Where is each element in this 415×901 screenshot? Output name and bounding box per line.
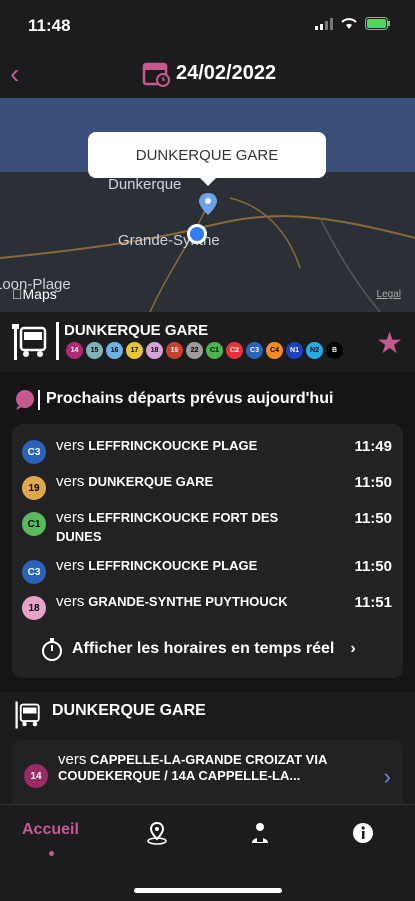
departure-time: 11:51 <box>354 594 392 611</box>
departure-time: 11:50 <box>354 474 392 491</box>
chevron-right-icon: › <box>383 764 391 789</box>
calendar-icon <box>142 62 170 87</box>
realtime-label: Afficher les horaires en temps réel <box>72 640 335 657</box>
map-popup-label: DUNKERQUE GARE <box>135 146 279 164</box>
departure-dest: LEFFRINCKOUCKE PLAGE <box>88 558 258 573</box>
user-location-icon <box>187 224 207 244</box>
departure-destination: vers LEFFRINCKOUCKE PLAGE <box>56 436 296 455</box>
line-badge: 19 <box>166 342 183 359</box>
departure-time: 11:50 <box>354 510 392 527</box>
wifi-icon <box>341 17 357 29</box>
stop2-line-row[interactable]: 14 vers CAPPELLE-LA-GRANDE CROIZAT VIA C… <box>12 740 403 804</box>
legal-link[interactable]: Legal <box>377 289 401 300</box>
line-badge: 15 <box>86 342 103 359</box>
stop2-vers: vers <box>58 751 87 768</box>
stop2-header: DUNKERQUE GARE <box>0 692 415 738</box>
departure-row[interactable]: 18 vers GRANDE-SYNTHE PUYTHOUCK 11:51 <box>22 590 392 624</box>
line-badge: C1 <box>22 512 46 536</box>
chevron-right-icon: › <box>350 640 356 657</box>
tab-bar: Accueil <box>0 804 415 901</box>
departure-time: 11:50 <box>354 558 392 575</box>
departure-vers: vers <box>56 509 85 526</box>
departure-row[interactable]: 19 vers DUNKERQUE GARE 11:50 <box>22 470 392 504</box>
location-pin-icon[interactable] <box>199 193 217 215</box>
line-badge: 14 <box>24 764 48 788</box>
departure-row[interactable]: C1 vers LEFFRINCKOUCKE FORT DES DUNES 11:5… <box>22 506 392 544</box>
line-badge: C1 <box>206 342 223 359</box>
back-button[interactable]: ‹ <box>10 58 19 90</box>
departures-section: Prochains départs prévus aujourd'hui Aff… <box>0 372 415 692</box>
date-label: 24/02/2022 <box>176 61 277 84</box>
departure-destination: vers LEFFRINCKOUCKE PLAGE <box>56 556 296 575</box>
maps-logo: Maps <box>12 286 57 302</box>
line-badge: C3 <box>22 560 46 584</box>
line-badge: C3 <box>22 440 46 464</box>
departures-card: Afficher les horaires en temps réel › C3… <box>12 424 403 678</box>
date-selector[interactable]: 24/02/2022 <box>142 59 276 87</box>
departure-vers: vers <box>56 593 85 610</box>
favorite-star-icon[interactable]: ★ <box>376 326 403 361</box>
maps-logo-label: Maps <box>12 286 57 302</box>
tab-accueil[interactable]: Accueil <box>22 821 79 839</box>
departure-vers: vers <box>56 437 85 454</box>
section-divider <box>38 390 40 410</box>
stop-divider <box>56 322 59 360</box>
departure-destination: vers LEFFRINCKOUCKE FORT DES DUNES <box>56 508 296 546</box>
departure-dest: LEFFRINCKOUCKE PLAGE <box>88 438 258 453</box>
line-badge: 18 <box>22 596 46 620</box>
line-badge: C3 <box>246 342 263 359</box>
stop2-name: DUNKERQUE GARE <box>52 702 206 719</box>
line-badge: 18 <box>146 342 163 359</box>
line-badge: B <box>326 342 343 359</box>
user-tab-icon[interactable] <box>249 821 271 845</box>
battery-icon <box>365 17 390 30</box>
departure-row[interactable]: C3 vers LEFFRINCKOUCKE PLAGE 11:50 <box>22 554 392 588</box>
stopwatch-icon <box>42 638 62 661</box>
departure-dest: LEFFRINCKOUCKE FORT DES DUNES <box>56 510 279 544</box>
map-popup[interactable]: DUNKERQUE GARE <box>88 132 326 186</box>
home-indicator <box>134 888 282 893</box>
line-badge: 17 <box>126 342 143 359</box>
line-badge: 16 <box>106 342 123 359</box>
stop-name: DUNKERQUE GARE <box>64 322 209 339</box>
line-badge: C4 <box>266 342 283 359</box>
line-badge: C2 <box>226 342 243 359</box>
line-badge: N1 <box>286 342 303 359</box>
status-time: 11:48 <box>28 16 71 35</box>
line-badge: 19 <box>22 476 46 500</box>
departure-vers: vers <box>56 557 85 574</box>
bus-stop-icon <box>15 701 40 729</box>
map-city-dunkerque: Dunkerque <box>108 176 182 193</box>
map[interactable]: Dunkerque Grande-Synthe Loon-Plage DUNKE… <box>0 98 415 312</box>
departure-destination: vers DUNKERQUE GARE <box>56 472 296 491</box>
status-icons <box>315 17 391 30</box>
stop2-destination: vers CAPPELLE-LA-GRANDE CROIZAT VIA COUD… <box>58 752 358 784</box>
bus-stop-icon <box>12 324 47 360</box>
departure-row[interactable]: C3 vers LEFFRINCKOUCKE PLAGE 11:49 <box>22 434 392 468</box>
departure-vers: vers <box>56 473 85 490</box>
active-tab-dot <box>49 851 54 856</box>
chat-bubble-icon <box>16 390 34 410</box>
line-badge: 22 <box>186 342 203 359</box>
header: ‹ 24/02/2022 <box>0 50 415 98</box>
line-badge: 14 <box>66 342 83 359</box>
departure-time: 11:49 <box>354 438 392 455</box>
map-pin-tab-icon[interactable] <box>146 821 168 845</box>
info-tab-icon[interactable] <box>352 821 374 845</box>
departure-destination: vers GRANDE-SYNTHE PUYTHOUCK <box>56 592 296 611</box>
departures-title: Prochains départs prévus aujourd'hui <box>46 390 334 407</box>
line-badges: 14 15 16 17 18 19 22 C1 C2 C3 C4 N1 N2 B <box>66 342 343 359</box>
realtime-button[interactable]: Afficher les horaires en temps réel › <box>40 634 380 664</box>
signal-icon <box>315 17 333 30</box>
line-badge: N2 <box>306 342 323 359</box>
departure-dest: GRANDE-SYNTHE PUYTHOUCK <box>88 594 288 609</box>
departure-dest: DUNKERQUE GARE <box>88 474 214 489</box>
status-bar: 11:48 <box>0 0 415 50</box>
stop2-dest: CAPPELLE-LA-GRANDE CROIZAT VIA COUDEKERQ… <box>58 752 327 783</box>
stop-bar: DUNKERQUE GARE 14 15 16 17 18 19 22 C1 C2 C3 C4 N1 N… <box>0 312 415 370</box>
